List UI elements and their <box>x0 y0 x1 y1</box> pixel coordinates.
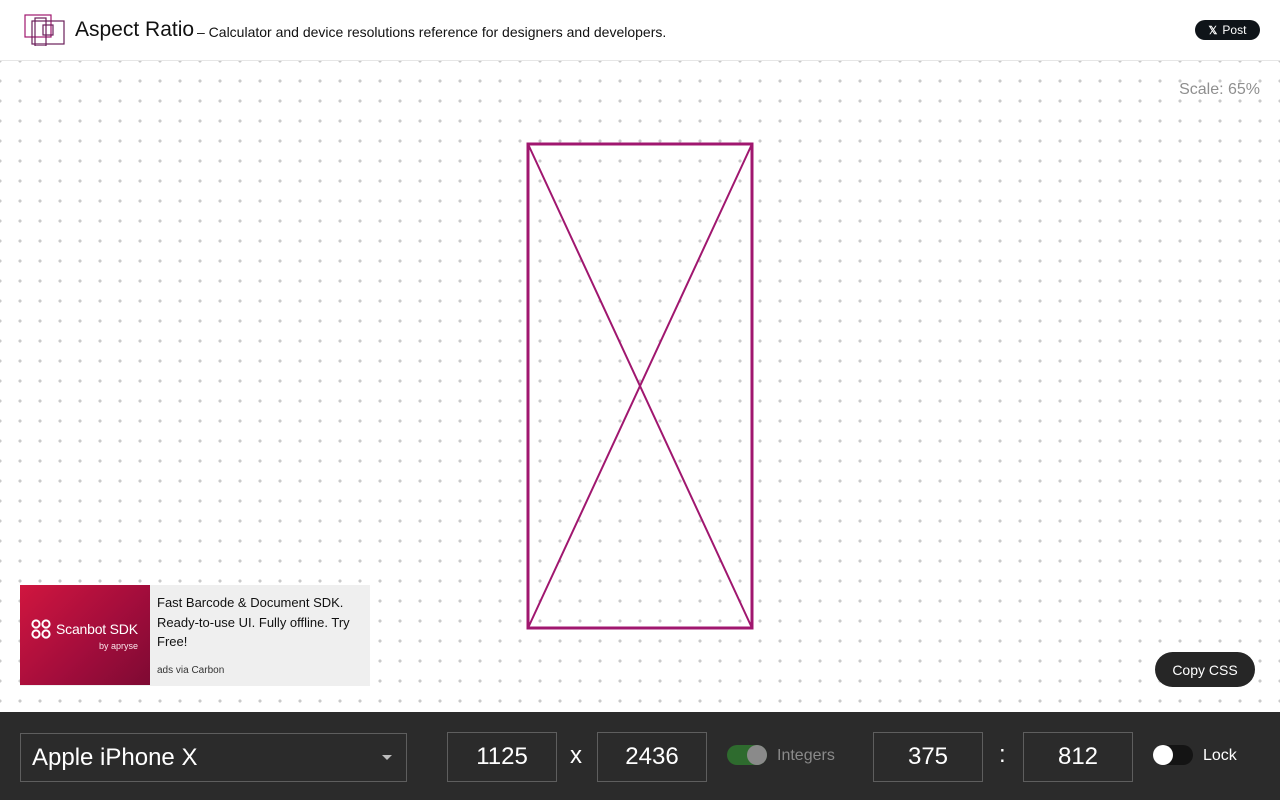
ratio-height-input[interactable]: 812 <box>1023 732 1133 782</box>
lock-toggle-knob <box>1153 745 1173 765</box>
control-bar: Apple iPhone X 1125 x 2436 Integers 375 … <box>0 712 1280 800</box>
app-title[interactable]: Aspect Ratio <box>75 18 194 42</box>
lock-label: Lock <box>1203 747 1237 764</box>
lock-toggle[interactable] <box>1153 745 1193 765</box>
post-button-label: Post <box>1222 23 1247 37</box>
ad-text[interactable]: Fast Barcode & Document SDK. Ready-to-us… <box>157 593 357 652</box>
x-logo-icon: 𝕏 <box>1208 24 1218 37</box>
scanbot-logo-icon <box>31 619 51 639</box>
integers-toggle[interactable] <box>727 745 767 765</box>
integers-label: Integers <box>777 747 835 764</box>
preview-canvas: Scale: 65% Scanbot SDK by apryse Fast Ba… <box>0 61 1280 712</box>
carbon-ad[interactable]: Scanbot SDK by apryse Fast Barcode & Doc… <box>20 585 370 686</box>
logo-icon[interactable] <box>24 14 66 46</box>
ratio-width-input[interactable]: 375 <box>873 732 983 782</box>
post-button[interactable]: 𝕏 Post <box>1195 20 1260 40</box>
ad-brand-sub: by apryse <box>98 641 138 651</box>
device-select[interactable]: Apple iPhone X <box>20 733 407 782</box>
copy-css-button[interactable]: Copy CSS <box>1155 652 1255 687</box>
dimension-separator: x <box>570 742 582 769</box>
ratio-separator: : <box>999 741 1006 768</box>
tagline: – Calculator and device resolutions refe… <box>197 24 667 40</box>
chevron-down-icon <box>382 755 392 760</box>
aspect-ratio-preview <box>526 142 754 630</box>
ad-brand: Scanbot SDK <box>56 621 138 637</box>
ad-via-link[interactable]: ads via Carbon <box>157 665 224 676</box>
integers-toggle-knob <box>747 745 767 765</box>
width-input[interactable]: 1125 <box>447 732 557 782</box>
height-input[interactable]: 2436 <box>597 732 707 782</box>
scale-label: Scale: 65% <box>1179 81 1260 98</box>
device-select-value: Apple iPhone X <box>32 743 198 771</box>
ad-image[interactable]: Scanbot SDK by apryse <box>20 585 150 685</box>
header: Aspect Ratio – Calculator and device res… <box>0 0 1280 61</box>
